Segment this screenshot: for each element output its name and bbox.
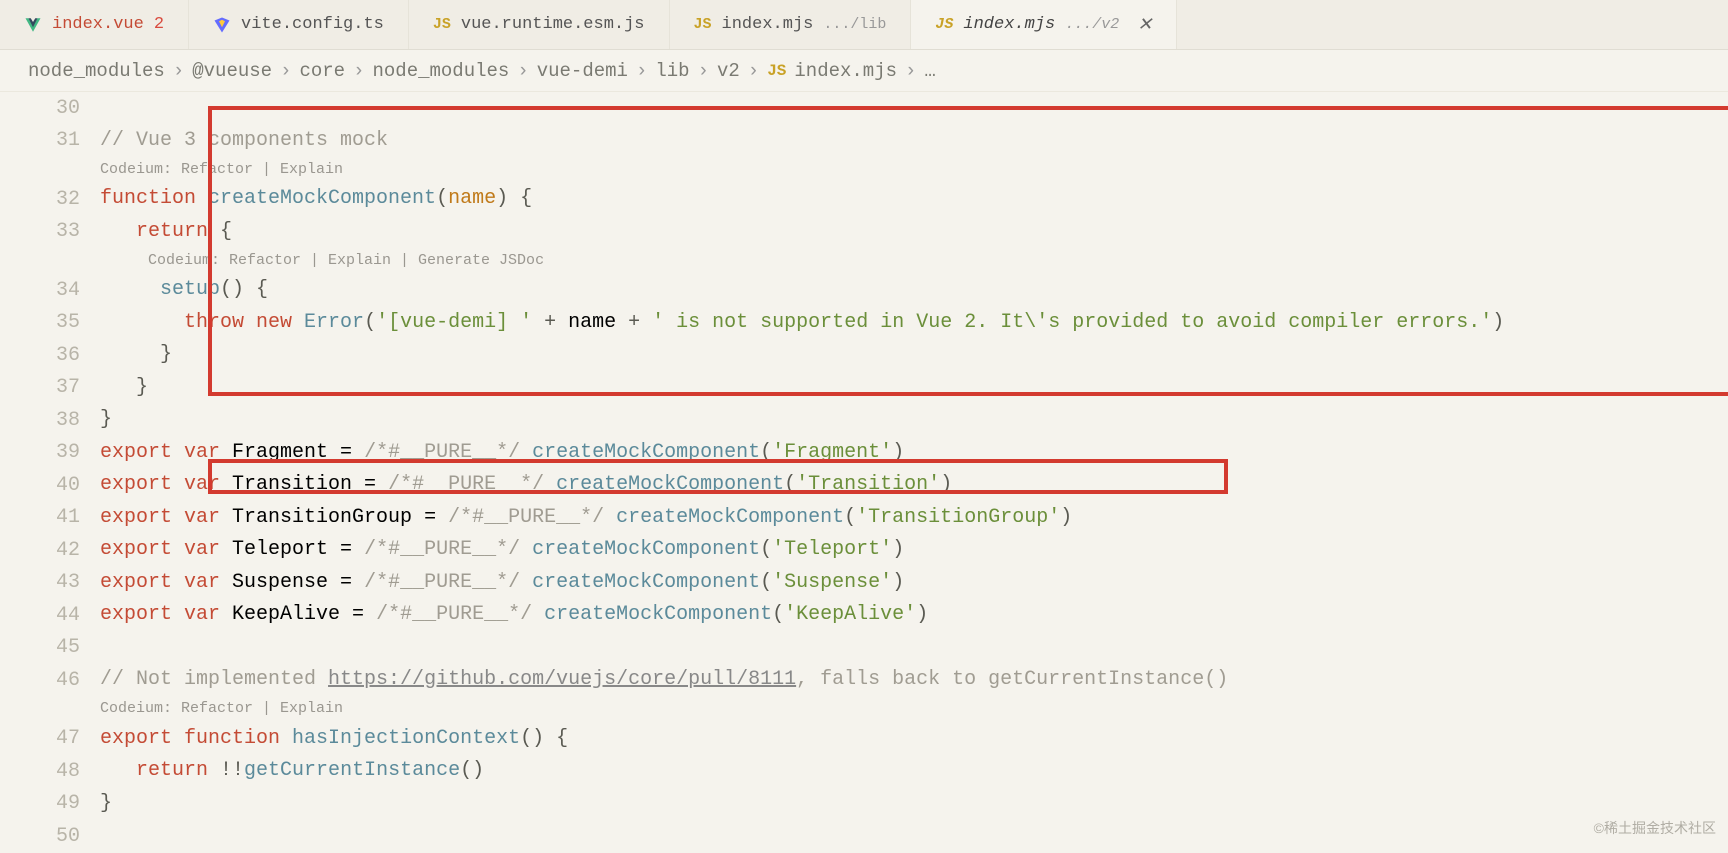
js-icon: JS	[767, 62, 786, 80]
code-content[interactable]: // Vue 3 components mock Codeium: Refact…	[100, 92, 1728, 853]
code-line	[100, 632, 1728, 665]
vite-icon	[213, 16, 231, 34]
code-line: export var Fragment = /*#__PURE__*/ crea…	[100, 437, 1728, 470]
breadcrumb-segment[interactable]: node_modules	[372, 60, 509, 82]
code-line: }	[100, 788, 1728, 821]
code-line: function createMockComponent(name) {	[100, 183, 1728, 216]
breadcrumb-segment[interactable]: lib	[655, 60, 689, 82]
code-line: export var Teleport = /*#__PURE__*/ crea…	[100, 534, 1728, 567]
line-gutter: 3031323334353637383940414243444546474849…	[0, 92, 100, 853]
code-line: export var Transition = /*#__PURE__*/ cr…	[100, 469, 1728, 502]
tab-label: index.vue	[52, 15, 144, 34]
js-icon: JS	[935, 16, 953, 33]
watermark: ©稀土掘金技术社区	[1594, 818, 1716, 838]
code-line: export function hasInjectionContext() {	[100, 723, 1728, 756]
code-line: setup() {	[100, 274, 1728, 307]
breadcrumb-trailing: …	[924, 60, 935, 82]
breadcrumb-file[interactable]: index.mjs	[794, 60, 897, 82]
breadcrumb-segment[interactable]: @vueuse	[192, 60, 272, 82]
code-line	[100, 92, 1728, 125]
tab-label: vite.config.ts	[241, 15, 384, 34]
js-icon: JS	[433, 16, 451, 33]
editor-tabs-bar: index.vue 2 vite.config.ts JS vue.runtim…	[0, 0, 1728, 50]
code-line: export var TransitionGroup = /*#__PURE__…	[100, 502, 1728, 535]
breadcrumb-segment[interactable]: core	[299, 60, 345, 82]
tab-vite-config[interactable]: vite.config.ts	[189, 0, 409, 49]
tab-vue-runtime[interactable]: JS vue.runtime.esm.js	[409, 0, 670, 49]
breadcrumb: node_modules› @vueuse› core› node_module…	[0, 50, 1728, 92]
tab-index-mjs-lib[interactable]: JS index.mjs .../lib	[670, 0, 912, 49]
code-line: // Not implemented https://github.com/vu…	[100, 664, 1728, 697]
codeium-hint[interactable]: Codeium: Refactor | Explain | Generate J…	[100, 248, 1728, 274]
breadcrumb-segment[interactable]: node_modules	[28, 60, 165, 82]
code-line: }	[100, 372, 1728, 405]
tab-badge: 2	[154, 15, 164, 34]
code-line: export var KeepAlive = /*#__PURE__*/ cre…	[100, 599, 1728, 632]
code-line: export var Suspense = /*#__PURE__*/ crea…	[100, 567, 1728, 600]
code-line: // Vue 3 components mock	[100, 125, 1728, 158]
js-icon: JS	[694, 16, 712, 33]
codeium-hint[interactable]: Codeium: Refactor | Explain	[100, 157, 1728, 183]
code-line: }	[100, 339, 1728, 372]
codeium-hint[interactable]: Codeium: Refactor | Explain	[100, 697, 1728, 723]
code-line	[100, 820, 1728, 853]
code-line: return !!getCurrentInstance()	[100, 755, 1728, 788]
code-line: throw new Error('[vue-demi] ' + name + '…	[100, 307, 1728, 340]
tab-suffix: .../lib	[823, 16, 886, 33]
tab-label: vue.runtime.esm.js	[461, 15, 645, 34]
breadcrumb-segment[interactable]: v2	[717, 60, 740, 82]
code-line: }	[100, 404, 1728, 437]
vue-icon	[24, 16, 42, 34]
tab-label: index.mjs	[722, 15, 814, 34]
tab-index-vue[interactable]: index.vue 2	[0, 0, 189, 49]
tab-suffix: .../v2	[1065, 16, 1119, 33]
close-icon[interactable]: ✕	[1137, 14, 1152, 36]
breadcrumb-segment[interactable]: vue-demi	[537, 60, 628, 82]
tab-label: index.mjs	[963, 15, 1055, 34]
code-editor[interactable]: 3031323334353637383940414243444546474849…	[0, 92, 1728, 853]
tab-index-mjs-v2[interactable]: JS index.mjs .../v2 ✕	[911, 0, 1177, 49]
code-line: return {	[100, 216, 1728, 249]
